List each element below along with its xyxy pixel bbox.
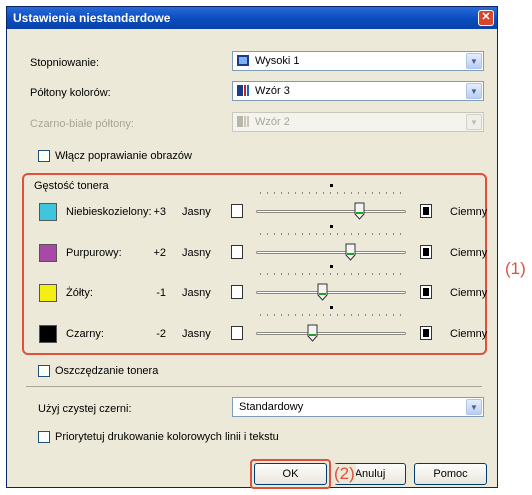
dark-icon — [420, 204, 432, 218]
toner-name: Niebieskozielony: — [66, 206, 152, 218]
toner-save-label: Oszczędzanie tonera — [55, 365, 159, 377]
slider-track[interactable] — [256, 291, 406, 294]
callout-1: (1) — [505, 259, 526, 278]
slider-ticks — [260, 233, 402, 235]
slider-ticks — [260, 273, 402, 275]
chevron-down-icon: ▼ — [466, 114, 482, 130]
halftones-select[interactable]: Wzór 3 ▼ — [232, 81, 484, 101]
center-notch — [330, 225, 333, 228]
center-notch — [330, 184, 333, 187]
light-label: Jasny — [182, 247, 211, 259]
light-label: Jasny — [182, 287, 211, 299]
slider-track[interactable] — [256, 210, 406, 213]
toner-name: Żółty: — [66, 287, 93, 299]
callout-2: (2) — [333, 464, 356, 484]
dark-label: Ciemny — [450, 206, 488, 218]
chevron-down-icon[interactable]: ▼ — [466, 399, 482, 415]
toner-color-swatch — [39, 244, 57, 262]
title-bar: Ustawienia niestandardowe ✕ — [7, 7, 497, 29]
close-button[interactable]: ✕ — [478, 10, 494, 26]
toner-value: -1 — [156, 287, 166, 299]
dark-label: Ciemny — [450, 328, 488, 340]
toner-value: -2 — [156, 328, 166, 340]
slider-thumb[interactable] — [307, 324, 318, 342]
halftone-pattern-icon — [237, 85, 249, 96]
separator — [26, 386, 482, 387]
gradation-label: Stopniowanie: — [30, 57, 100, 69]
bw-halftones-value: Wzór 2 — [255, 116, 290, 128]
gradation-icon — [237, 55, 249, 66]
dark-label: Ciemny — [450, 287, 488, 299]
toner-color-swatch — [39, 203, 57, 221]
slider-thumb[interactable] — [345, 243, 356, 261]
close-icon: ✕ — [481, 11, 491, 23]
toner-name: Purpurowy: — [66, 247, 122, 259]
slider-ticks — [260, 314, 402, 316]
center-notch — [330, 265, 333, 268]
light-icon — [231, 285, 243, 299]
pure-black-value: Standardowy — [239, 401, 304, 413]
toner-save-checkbox[interactable] — [38, 365, 50, 377]
light-icon — [231, 326, 243, 340]
slider-thumb[interactable] — [317, 283, 328, 301]
toner-color-swatch — [39, 284, 57, 302]
gradation-value: Wysoki 1 — [255, 55, 300, 67]
dark-icon — [420, 245, 432, 259]
toner-value: +2 — [153, 247, 166, 259]
light-icon — [231, 245, 243, 259]
bw-halftones-select: Wzór 2 ▼ — [232, 112, 484, 132]
chevron-down-icon[interactable]: ▼ — [466, 53, 482, 69]
help-button[interactable]: Pomoc — [414, 463, 487, 485]
bw-halftones-label: Czarno-białe półtony: — [30, 118, 134, 130]
ok-highlight — [250, 459, 331, 489]
halftone-pattern-icon — [237, 116, 249, 127]
light-label: Jasny — [182, 328, 211, 340]
dark-icon — [420, 285, 432, 299]
dark-label: Ciemny — [450, 247, 488, 259]
image-refinement-checkbox[interactable] — [38, 150, 50, 162]
slider-track[interactable] — [256, 251, 406, 254]
light-icon — [231, 204, 243, 218]
image-refinement-label: Włącz poprawianie obrazów — [55, 150, 192, 162]
chevron-down-icon[interactable]: ▼ — [466, 83, 482, 99]
halftones-value: Wzór 3 — [255, 85, 290, 97]
light-label: Jasny — [182, 206, 211, 218]
pure-black-select[interactable]: Standardowy ▼ — [232, 397, 484, 417]
slider-track[interactable] — [256, 332, 406, 335]
slider-ticks — [260, 192, 402, 194]
slider-thumb[interactable] — [354, 202, 365, 220]
dialog-title: Ustawienia niestandardowe — [13, 11, 171, 25]
toner-value: +3 — [153, 206, 166, 218]
prioritize-checkbox[interactable] — [38, 431, 50, 443]
dark-icon — [420, 326, 432, 340]
toner-color-swatch — [39, 325, 57, 343]
halftones-label: Półtony kolorów: — [30, 87, 111, 99]
center-notch — [330, 306, 333, 309]
prioritize-label: Priorytetuj drukowanie kolorowych linii … — [55, 431, 279, 443]
pure-black-label: Użyj czystej czerni: — [38, 403, 132, 415]
gradation-select[interactable]: Wysoki 1 ▼ — [232, 51, 484, 71]
toner-density-label: Gęstość tonera — [34, 180, 109, 192]
toner-name: Czarny: — [66, 328, 104, 340]
